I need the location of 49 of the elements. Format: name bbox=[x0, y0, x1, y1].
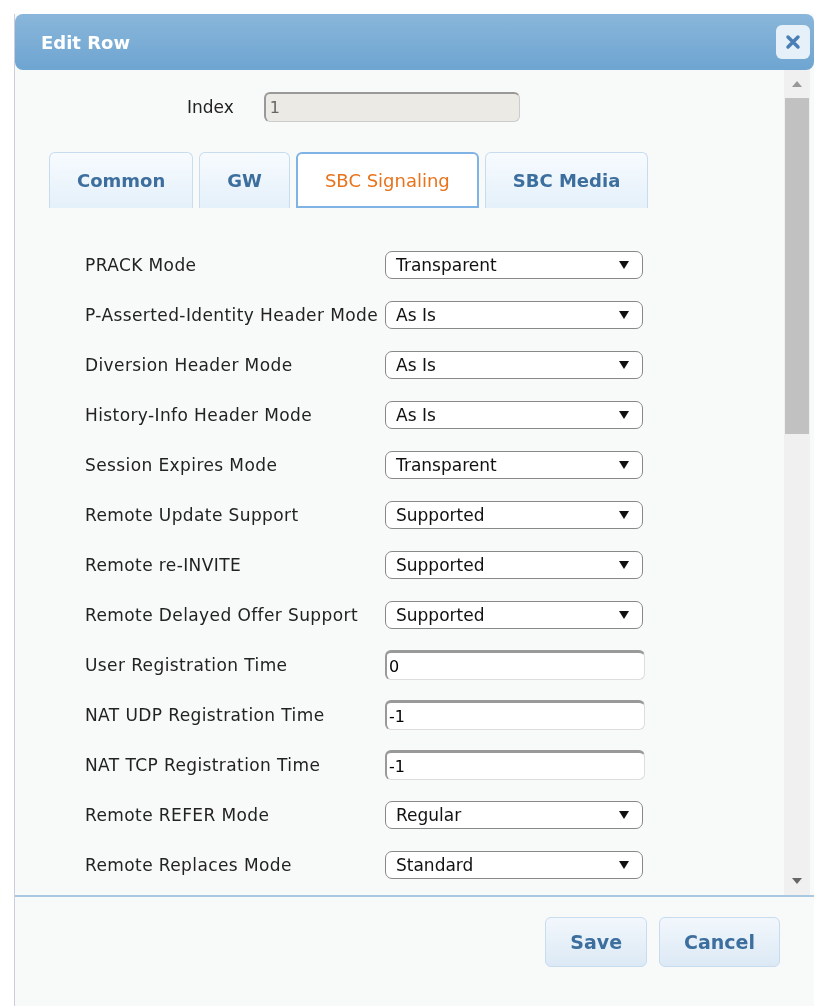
dropdown-arrow-icon bbox=[618, 510, 630, 520]
dropdown-arrow-icon bbox=[618, 810, 630, 820]
field-label: Session Expires Mode bbox=[85, 454, 279, 476]
input-field[interactable]: -1 bbox=[385, 750, 645, 780]
input-field[interactable]: -1 bbox=[385, 700, 645, 730]
scrollbar[interactable] bbox=[784, 70, 810, 895]
dialog-button[interactable]: Save bbox=[545, 917, 648, 967]
dropdown-arrow-icon bbox=[618, 360, 630, 370]
field-label: Remote re-INVITE bbox=[85, 554, 243, 576]
dropdown[interactable]: As Is bbox=[385, 401, 643, 429]
dialog-button[interactable]: Cancel bbox=[659, 917, 780, 967]
tab[interactable]: GW bbox=[199, 152, 290, 208]
input-field[interactable]: 0 bbox=[385, 650, 645, 680]
dropdown[interactable]: Supported bbox=[385, 501, 643, 529]
field-label: History-Info Header Mode bbox=[85, 404, 314, 426]
close-button[interactable] bbox=[776, 25, 810, 59]
dropdown-arrow-icon bbox=[618, 460, 630, 470]
dropdown-arrow-icon bbox=[618, 310, 630, 320]
dropdown-arrow-icon bbox=[618, 560, 630, 570]
dropdown-arrow-icon bbox=[618, 860, 630, 870]
dropdown[interactable]: Transparent bbox=[385, 451, 643, 479]
field-label: PRACK Mode bbox=[85, 254, 198, 276]
dropdown[interactable]: Supported bbox=[385, 601, 643, 629]
field-label: Diversion Header Mode bbox=[85, 354, 294, 376]
scrollbar-thumb[interactable] bbox=[785, 98, 809, 434]
close-icon bbox=[785, 34, 801, 50]
field-label: NAT TCP Registration Time bbox=[85, 754, 322, 776]
dropdown-arrow-icon bbox=[618, 610, 630, 620]
tab[interactable]: Common bbox=[49, 152, 194, 208]
field-label: Remote Replaces Mode bbox=[85, 854, 293, 876]
field-label: NAT UDP Registration Time bbox=[85, 704, 326, 726]
field-label: Index bbox=[187, 97, 234, 117]
dropdown[interactable]: As Is bbox=[385, 351, 643, 379]
dropdown[interactable]: Transparent bbox=[385, 251, 643, 279]
window-title: Edit Row bbox=[41, 31, 131, 53]
dropdown-arrow-icon bbox=[618, 410, 630, 420]
scroll-up-icon[interactable] bbox=[791, 80, 803, 88]
field-label: Remote Update Support bbox=[85, 504, 300, 526]
dropdown[interactable]: Regular bbox=[385, 801, 643, 829]
dropdown[interactable]: Standard bbox=[385, 851, 643, 879]
tab[interactable]: SBC Media bbox=[484, 152, 649, 208]
field-label: Remote REFER Mode bbox=[85, 804, 271, 826]
field-label: Remote Delayed Offer Support bbox=[85, 604, 359, 626]
dropdown-arrow-icon bbox=[618, 260, 630, 270]
scroll-down-icon[interactable] bbox=[791, 877, 803, 885]
dropdown[interactable]: As Is bbox=[385, 301, 643, 329]
field-label: P-Asserted-Identity Header Mode bbox=[85, 304, 380, 326]
field-label: User Registration Time bbox=[85, 654, 289, 676]
dropdown[interactable]: Supported bbox=[385, 551, 643, 579]
